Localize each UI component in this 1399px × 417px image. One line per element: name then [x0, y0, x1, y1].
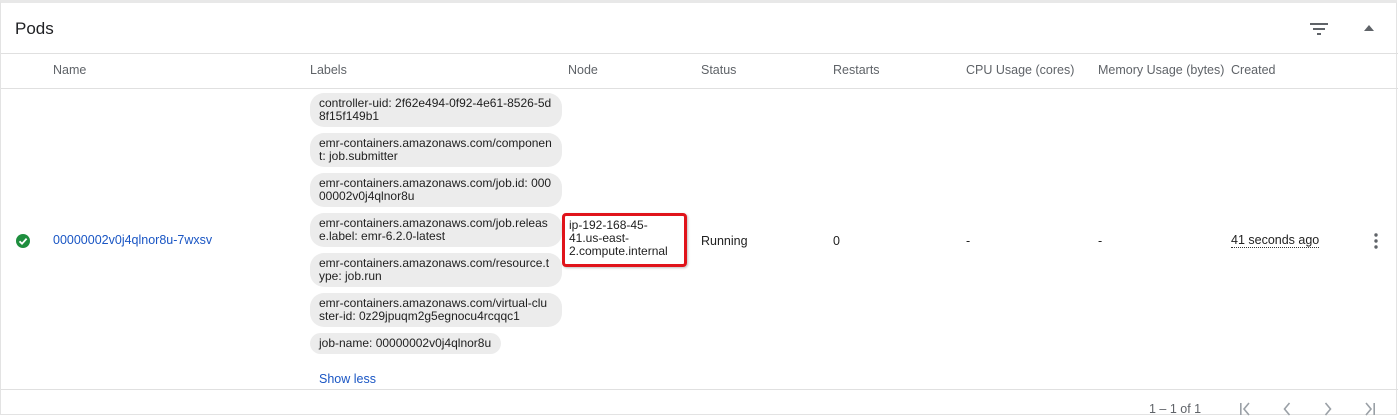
column-header-name[interactable]: Name — [53, 63, 86, 77]
column-header-created[interactable]: Created — [1231, 63, 1275, 77]
last-page-icon[interactable] — [1362, 401, 1378, 417]
card-title: Pods — [15, 19, 54, 38]
label-chip: job-name: 00000002v0j4qlnor8u — [310, 333, 502, 354]
pagination-range: 1 – 1 of 1 — [1149, 402, 1202, 416]
footer-divider — [1, 389, 1398, 390]
label-chip: emr-containers.amazonaws.com/job.release… — [310, 213, 562, 247]
label-chip: controller-uid: 2f62e494-0f92-4e61-8526-… — [310, 93, 562, 127]
cpu-usage-value: - — [966, 234, 971, 248]
filter-icon[interactable] — [1310, 22, 1328, 36]
label-chip: emr-containers.amazonaws.com/job.id: 000… — [310, 173, 562, 207]
previous-page-icon[interactable] — [1279, 401, 1295, 417]
next-page-icon[interactable] — [1320, 401, 1336, 417]
label-chip: emr-containers.amazonaws.com/resource.ty… — [310, 253, 562, 287]
first-page-icon[interactable] — [1237, 401, 1253, 417]
label-chip: emr-containers.amazonaws.com/component: … — [310, 133, 562, 167]
pod-name-link[interactable]: 00000002v0j4qlnor8u-7wxsv — [53, 233, 212, 247]
check-circle-icon — [16, 234, 30, 248]
created-value[interactable]: 41 seconds ago — [1231, 234, 1320, 248]
status-text: Running — [701, 234, 748, 248]
column-header-node: Node — [568, 63, 598, 77]
column-header-labels: Labels — [310, 63, 347, 77]
column-header-memory: Memory Usage (bytes) — [1098, 63, 1225, 77]
column-header-restarts: Restarts — [833, 63, 880, 77]
label-chip: emr-containers.amazonaws.com/virtual-clu… — [310, 293, 562, 327]
labels-list: controller-uid: 2f62e494-0f92-4e61-8526-… — [310, 93, 565, 360]
table-header-divider — [1, 88, 1398, 89]
node-name: ip-192-168-45-41.us-east-2.compute.inter… — [562, 213, 687, 267]
collapse-icon[interactable] — [1364, 25, 1374, 31]
column-header-cpu: CPU Usage (cores) — [966, 63, 1075, 77]
restarts-value: 0 — [833, 234, 840, 248]
pods-card: Pods Name Labels Node Status Restarts CP… — [0, 0, 1398, 417]
header-divider — [1, 53, 1398, 54]
column-header-status: Status — [701, 63, 737, 77]
show-less-link[interactable]: Show less — [319, 372, 376, 386]
memory-usage-value: - — [1098, 234, 1103, 248]
more-vert-icon[interactable] — [1373, 232, 1379, 250]
